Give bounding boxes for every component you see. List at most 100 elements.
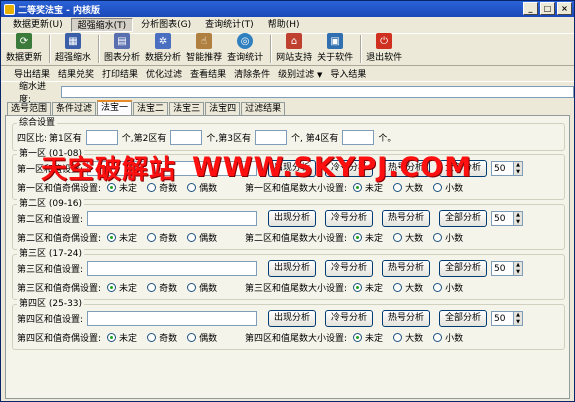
toolbar-website-support-button[interactable]: ⌂ 网站支持 [275,33,313,65]
tab-filter-results[interactable]: 过滤结果 [241,102,286,116]
appearance-analysis-button[interactable]: 出现分析 [268,260,316,277]
shrink-progress-row: 缩水进度: [1,82,574,105]
small-radio[interactable]: 小数 [433,231,463,244]
app-icon [4,3,15,15]
odd-even-unset-radio[interactable]: 未定 [107,281,137,294]
appearance-analysis-button[interactable]: 出现分析 [268,160,316,177]
hot-number-analysis-button[interactable]: 热号分析 [382,310,430,327]
tab-strip: 选号范围 条件过滤 法宝一 法宝二 法宝三 法宝四 过滤结果 [7,100,286,116]
toolbar-data-update-button[interactable]: ⟳ 数据更新 [5,33,43,65]
zone-big-small-label: 第四区和值尾数大小设置: [245,334,348,344]
zone-count-stepper[interactable]: 50 ▲ ▼ [491,261,523,276]
even-radio[interactable]: 偶数 [187,281,217,294]
zone1-count-input[interactable] [85,130,118,145]
zone-sum-input[interactable] [87,161,258,176]
grid-filter-icon: ▦ [65,33,82,49]
tab-number-range[interactable]: 选号范围 [7,102,52,116]
toolbar-chart-analysis-button[interactable]: ▤ 图表分析 [103,33,141,65]
big-small-unset-radio[interactable]: 未定 [353,181,383,194]
optimize-filter-button[interactable]: 优化过滤 [143,67,185,80]
big-radio[interactable]: 大数 [393,331,423,344]
toolbar-about-button[interactable]: ▣ 关于软件 [316,33,354,65]
small-radio[interactable]: 小数 [433,331,463,344]
big-small-unset-radio[interactable]: 未定 [353,231,383,244]
big-radio[interactable]: 大数 [393,181,423,194]
big-small-unset-radio[interactable]: 未定 [353,331,383,344]
zone-sum-input[interactable] [87,311,258,326]
full-analysis-button[interactable]: 全部分析 [439,260,487,277]
cold-number-analysis-button[interactable]: 冷号分析 [325,210,373,227]
toolbar-super-shrink-button[interactable]: ▦ 超强缩水 [54,33,92,65]
appearance-analysis-button[interactable]: 出现分析 [268,310,316,327]
toolbar-smart-recommend-button[interactable]: ☝ 智能推荐 [185,33,223,65]
zone-sum-label: 第三区和值设置: [17,265,84,275]
hot-number-analysis-button[interactable]: 热号分析 [382,210,430,227]
zone4-count-input[interactable] [342,130,375,145]
odd-radio[interactable]: 奇数 [147,331,177,344]
appearance-analysis-button[interactable]: 出现分析 [268,210,316,227]
odd-even-unset-radio[interactable]: 未定 [107,181,137,194]
cold-number-analysis-button[interactable]: 冷号分析 [325,260,373,277]
big-radio[interactable]: 大数 [393,281,423,294]
even-radio[interactable]: 偶数 [187,181,217,194]
clear-conditions-button[interactable]: 清除条件 [231,67,273,80]
stepper-down-icon[interactable]: ▼ [514,218,522,225]
zone-odd-even-label: 第一区和值奇偶设置: [17,184,102,194]
tab-condition-filter[interactable]: 条件过滤 [52,102,97,116]
stepper-down-icon[interactable]: ▼ [514,168,522,175]
big-small-unset-radio[interactable]: 未定 [353,281,383,294]
stepper-down-icon[interactable]: ▼ [514,318,522,325]
zone-sum-label: 第四区和值设置: [17,315,84,325]
level-filter-dropdown[interactable]: 级别过滤 ▼ [275,67,325,80]
zone2-count-input[interactable] [170,130,203,145]
hot-number-analysis-button[interactable]: 热号分析 [382,260,430,277]
even-radio[interactable]: 偶数 [187,331,217,344]
view-results-button[interactable]: 查看结果 [187,67,229,80]
zone-3-group: 第三区 (17-24) 第三区和值设置: 出现分析 冷号分析 热号分析 全部分析… [12,249,565,300]
zone-count-stepper[interactable]: 50 ▲ ▼ [491,161,523,176]
tab-fabao-2[interactable]: 法宝二 [133,102,169,116]
zone-sum-input[interactable] [87,211,258,226]
close-button[interactable]: × [557,2,572,15]
zone-2-group: 第二区 (09-16) 第二区和值设置: 出现分析 冷号分析 热号分析 全部分析… [12,199,565,250]
zone-count-stepper[interactable]: 50 ▲ ▼ [491,311,523,326]
menu-query-stats[interactable]: 查询统计(T) [199,18,260,32]
odd-radio[interactable]: 奇数 [147,231,177,244]
chart-document-icon: ▤ [114,33,131,49]
full-analysis-button[interactable]: 全部分析 [439,310,487,327]
zone-sum-input[interactable] [87,261,258,276]
zone-4-group: 第四区 (25-33) 第四区和值设置: 出现分析 冷号分析 热号分析 全部分析… [12,299,565,350]
zone-count-stepper[interactable]: 50 ▲ ▼ [491,211,523,226]
menu-analysis-charts[interactable]: 分析图表(G) [135,18,197,32]
small-radio[interactable]: 小数 [433,181,463,194]
toolbar-exit-button[interactable]: ⏻ 退出软件 [365,33,403,65]
even-radio[interactable]: 偶数 [187,231,217,244]
toolbar-query-stats-button[interactable]: ◎ 查询统计 [226,33,264,65]
print-results-button[interactable]: 打印结果 [99,67,141,80]
tab-fabao-1[interactable]: 法宝一 [97,100,133,116]
hot-number-analysis-button[interactable]: 热号分析 [382,160,430,177]
toolbar-data-analysis-button[interactable]: ✲ 数据分析 [144,33,182,65]
import-results-button[interactable]: 导入结果 [327,67,369,80]
redeem-results-button[interactable]: 结果兑奖 [55,67,97,80]
full-analysis-button[interactable]: 全部分析 [439,160,487,177]
big-radio[interactable]: 大数 [393,231,423,244]
menu-help[interactable]: 帮助(H) [262,18,306,32]
minimize-button[interactable]: _ [523,2,538,15]
odd-even-unset-radio[interactable]: 未定 [107,231,137,244]
full-analysis-button[interactable]: 全部分析 [439,210,487,227]
menu-data-update[interactable]: 数据更新(U) [7,18,69,32]
title-bar[interactable]: 二等奖法宝 - 内核版 _ □ × [1,1,574,17]
odd-radio[interactable]: 奇数 [147,281,177,294]
menu-super-shrink[interactable]: 超强缩水(T) [70,18,134,32]
maximize-button[interactable]: □ [540,2,555,15]
small-radio[interactable]: 小数 [433,281,463,294]
odd-even-unset-radio[interactable]: 未定 [107,331,137,344]
zone3-count-input[interactable] [254,130,287,145]
tab-fabao-4[interactable]: 法宝四 [205,102,241,116]
tab-fabao-3[interactable]: 法宝三 [169,102,205,116]
stepper-down-icon[interactable]: ▼ [514,268,522,275]
cold-number-analysis-button[interactable]: 冷号分析 [325,310,373,327]
odd-radio[interactable]: 奇数 [147,181,177,194]
cold-number-analysis-button[interactable]: 冷号分析 [325,160,373,177]
